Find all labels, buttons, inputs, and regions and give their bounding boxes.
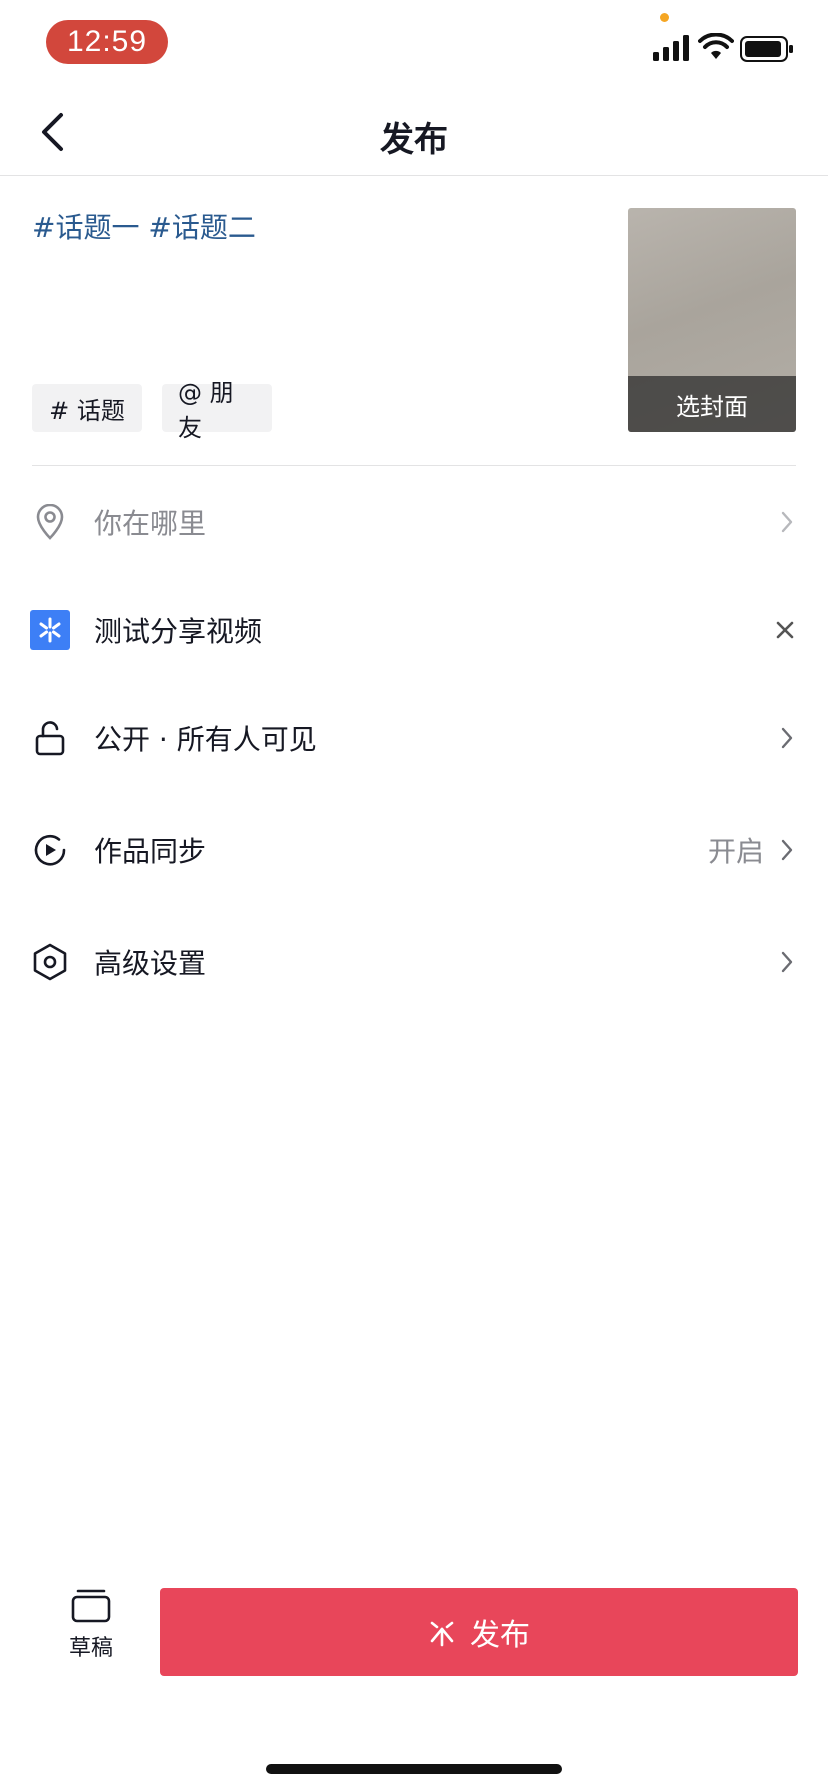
privacy-indicator-dot: [660, 13, 669, 22]
sync-status-value: 开启: [707, 835, 764, 868]
share-app-row[interactable]: 测试分享视频: [0, 590, 828, 670]
add-topic-button[interactable]: # 话题: [32, 384, 142, 432]
hexagon-settings-icon: [30, 942, 70, 982]
mention-friend-button[interactable]: @ 朋友: [162, 379, 272, 442]
sync-row[interactable]: 作品同步 开启: [0, 810, 828, 890]
drafts-box-icon: [71, 1589, 111, 1623]
home-indicator: [266, 1764, 562, 1774]
nav-bar: 发布: [0, 90, 828, 176]
chevron-right-icon: [776, 506, 798, 538]
divider: [32, 465, 796, 466]
chevron-right-icon: [776, 946, 798, 978]
cellular-signal-icon: [653, 35, 689, 61]
publish-button[interactable]: 发布: [160, 1588, 798, 1676]
select-cover-label[interactable]: 选封面: [628, 376, 796, 432]
share-app-icon: [30, 610, 70, 650]
sync-icon: [30, 830, 70, 870]
caption-input[interactable]: #话题一 #话题二: [32, 206, 256, 246]
page-title: 发布: [380, 120, 448, 160]
visibility-row[interactable]: 公开 · 所有人可见: [0, 698, 828, 778]
location-pin-icon: [30, 502, 70, 542]
chevron-right-icon: [776, 834, 798, 866]
location-row[interactable]: 你在哪里: [0, 482, 828, 562]
share-app-label: 测试分享视频: [94, 615, 263, 648]
draft-button[interactable]: 草稿: [58, 1588, 124, 1668]
sync-label: 作品同步: [94, 835, 207, 868]
close-icon[interactable]: [772, 617, 798, 643]
publish-spark-icon: [430, 1621, 454, 1647]
status-time: 12:59: [46, 20, 168, 64]
advanced-settings-row[interactable]: 高级设置: [0, 922, 828, 1002]
battery-icon: [740, 36, 793, 62]
publish-label: 发布: [470, 1618, 530, 1653]
publish-screen: 12:59 发布 #话题一 #话题二 # 话题 @ 朋友 选封面 你在哪里 测试…: [0, 0, 828, 1792]
unlock-icon: [30, 718, 70, 758]
cover-thumbnail[interactable]: 选封面: [628, 208, 796, 432]
advanced-settings-label: 高级设置: [94, 947, 207, 980]
location-label: 你在哪里: [94, 507, 207, 540]
wifi-icon: [698, 33, 734, 59]
chevron-right-icon: [776, 722, 798, 754]
draft-label: 草稿: [68, 1636, 113, 1661]
visibility-label: 公开 · 所有人可见: [94, 723, 317, 756]
status-bar: 12:59: [0, 0, 828, 90]
